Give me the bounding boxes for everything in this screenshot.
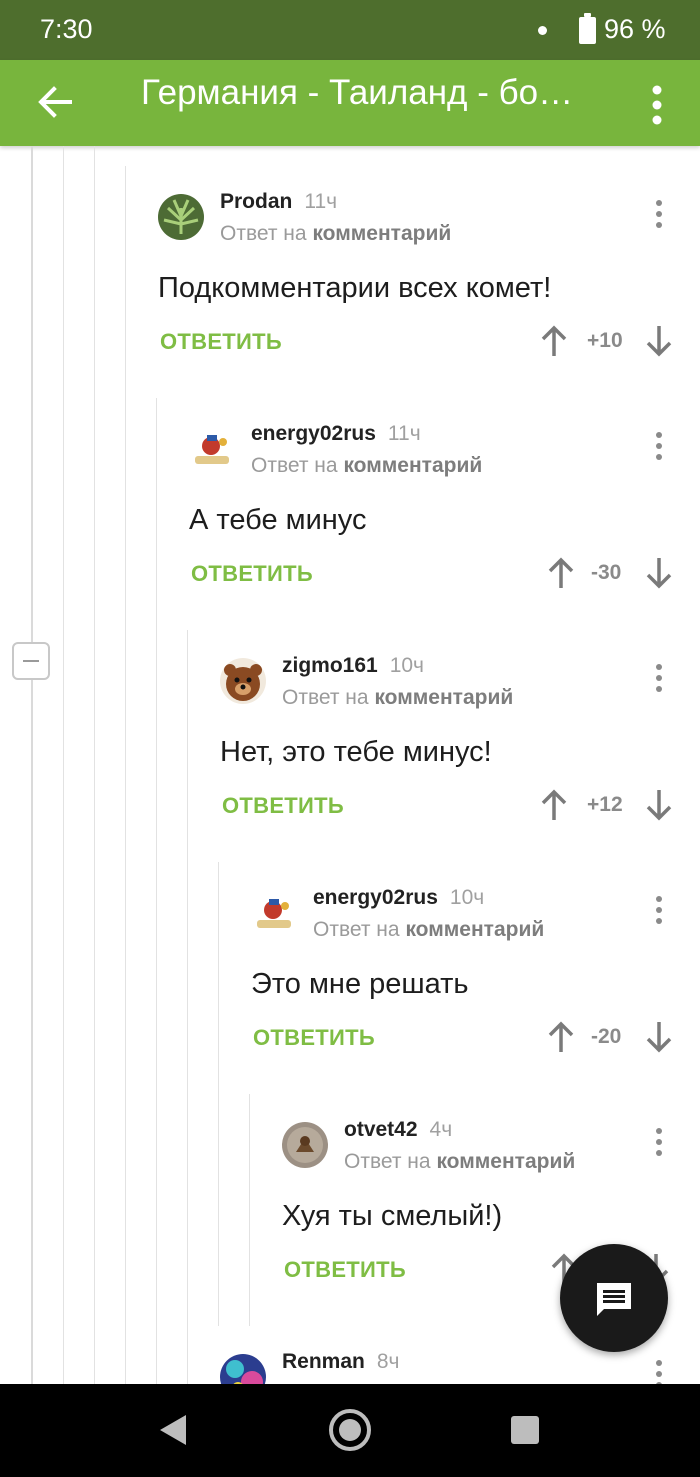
reply-prefix: Ответ на [282,686,369,709]
comment-author[interactable]: energy02rus 10ч [313,886,484,910]
more-vert-icon[interactable] [651,663,667,695]
arrow-up-icon[interactable] [540,324,568,358]
reply-to: Ответ на комментарий [220,222,451,246]
author-name[interactable]: Prodan [220,190,292,213]
comment-time: 11ч [304,190,338,213]
arrow-up-icon[interactable] [547,1020,575,1054]
avatar[interactable] [158,194,204,240]
avatar[interactable] [220,658,266,704]
more-vert-icon[interactable] [651,199,667,231]
thread-line [156,398,157,1384]
status-time: 7:30 [40,14,93,44]
reply-prefix: Ответ на [313,918,400,941]
reply-to: Ответ на комментарий [282,686,513,710]
author-name[interactable]: Renman [282,1350,365,1373]
author-name[interactable]: energy02rus [313,886,438,909]
notification-dot-icon [538,26,547,35]
reply-to-link[interactable]: комментарий [436,1150,575,1173]
vote-block: -20 [547,1020,687,1060]
status-bar: 7:30 96 % [0,0,700,60]
avatar[interactable] [189,426,235,472]
comment-time: 10ч [389,654,425,677]
reply-to-link[interactable]: комментарий [312,222,451,245]
arrow-down-icon[interactable] [645,788,673,822]
comment-time: 4ч [429,1118,453,1141]
comment-text: Подкомментарии всех комет! [158,272,552,304]
arrow-up-icon[interactable] [547,556,575,590]
reply-to: Ответ на комментарий [344,1150,575,1174]
back-triangle-icon[interactable] [156,1412,190,1448]
battery-icon [579,13,596,44]
comment-author[interactable]: energy02rus 11ч [251,422,421,446]
rating: +12 [587,793,623,816]
arrow-back-icon[interactable] [30,74,80,130]
thread-line [218,862,219,1326]
comment-icon [597,1283,631,1316]
avatar[interactable] [251,890,297,936]
reply-button[interactable]: ОТВЕТИТЬ [253,1025,375,1051]
system-nav-bar [0,1384,700,1477]
thread-line [125,166,126,1384]
comment-text: А тебе минус [189,504,367,536]
rating: -30 [591,561,622,584]
reply-to-link[interactable]: комментарий [343,454,482,477]
reply-button[interactable]: ОТВЕТИТЬ [160,329,282,355]
reply-to-link[interactable]: комментарий [405,918,544,941]
reply-button[interactable]: ОТВЕТИТЬ [191,561,313,587]
vote-block: +10 [540,324,680,364]
page-title: Германия - Таиланд - бо… [141,73,574,112]
avatar[interactable] [282,1122,328,1168]
reply-to-link[interactable]: комментарий [374,686,513,709]
arrow-down-icon[interactable] [645,556,673,590]
author-name[interactable]: zigmo161 [282,654,378,677]
author-name[interactable]: energy02rus [251,422,376,445]
comment-author[interactable]: Renman 8ч [282,1350,399,1374]
arrow-down-icon[interactable] [645,324,673,358]
thread-line [94,146,95,1384]
comment-text: Хуя ты смелый!) [282,1200,503,1232]
recents-square-icon[interactable] [509,1414,541,1446]
rating: -20 [591,1025,622,1048]
arrow-up-icon[interactable] [540,788,568,822]
thread-line [187,630,188,1384]
more-vert-icon[interactable] [651,895,667,927]
comment-author[interactable]: otvet42 4ч [344,1118,452,1142]
comment-text: Это мне решать [251,968,469,1000]
reply-prefix: Ответ на [251,454,338,477]
rating: +10 [587,329,623,352]
avatar[interactable] [220,1354,266,1384]
add-comment-button[interactable] [560,1244,668,1352]
comments-thread: Prodan 11ч Ответ на комментарий Подкоммен… [0,146,700,1384]
thread-line [31,146,33,1384]
reply-button[interactable]: ОТВЕТИТЬ [284,1257,406,1283]
vote-block: -30 [547,556,687,596]
comment-author[interactable]: zigmo161 10ч [282,654,424,678]
app-bar: Германия - Таиланд - бо… [0,60,700,146]
reply-prefix: Ответ на [344,1150,431,1173]
reply-prefix: Ответ на [220,222,307,245]
more-vert-icon[interactable] [651,1127,667,1159]
more-vert-icon[interactable] [651,431,667,463]
thread-line [63,146,64,1384]
reply-to: Ответ на комментарий [313,918,544,942]
vote-block: +12 [540,788,680,828]
battery-percent: 96 % [604,14,666,44]
collapse-thread-button[interactable] [12,642,50,680]
comment-author[interactable]: Prodan 11ч [220,190,337,214]
home-circle-icon[interactable] [327,1407,373,1453]
more-vert-icon[interactable] [638,74,676,132]
author-name[interactable]: otvet42 [344,1118,418,1141]
reply-to: Ответ на комментарий [251,454,482,478]
thread-line [249,1094,250,1326]
comment-text: Нет, это тебе минус! [220,736,492,768]
reply-button[interactable]: ОТВЕТИТЬ [222,793,344,819]
comment-time: 11ч [387,422,421,445]
arrow-down-icon[interactable] [645,1020,673,1054]
comment-time: 8ч [376,1350,400,1373]
more-vert-icon[interactable] [651,1359,667,1384]
comment-time: 10ч [449,886,485,909]
